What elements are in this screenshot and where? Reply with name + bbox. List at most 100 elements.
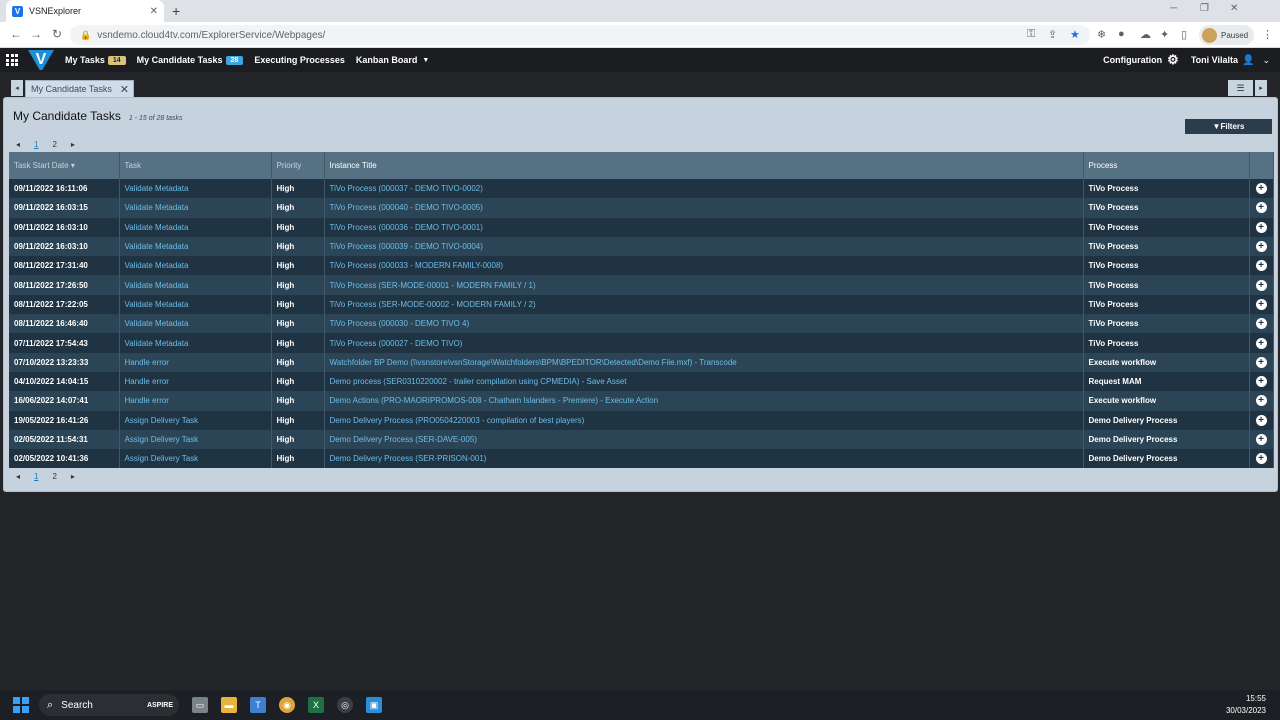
extension-snowflake-icon[interactable]: ❄ <box>1097 28 1106 41</box>
instance-title-link[interactable]: TiVo Process (000037 - DEMO TIVO-0002) <box>324 179 1084 199</box>
table-row[interactable]: 07/11/2022 17:54:43 Validate Metadata High… <box>9 333 1274 353</box>
add-circle-icon[interactable]: + <box>1255 395 1267 407</box>
windows-start-icon[interactable] <box>13 697 29 713</box>
instance-title-link[interactable]: TiVo Process (000030 - DEMO TIVO 4) <box>324 314 1084 334</box>
app-grid-icon[interactable] <box>6 54 18 66</box>
instance-title-link[interactable]: Demo Delivery Process (SER-DAVE-005) <box>324 429 1084 450</box>
add-circle-icon[interactable]: + <box>1255 414 1267 426</box>
taskbar-search[interactable]: ⌕ Search ASPIRE <box>39 694 179 716</box>
column-header-priority[interactable]: Priority <box>271 152 325 179</box>
instance-title-link[interactable]: Demo process (SER0310220002 - trailer co… <box>324 371 1084 392</box>
close-tab-icon[interactable]: ✕ <box>150 6 158 17</box>
column-header-task[interactable]: Task <box>119 152 272 179</box>
configuration-button[interactable]: Configuration ⚙ <box>1103 52 1179 68</box>
table-row[interactable]: 08/11/2022 16:46:40 Validate Metadata High… <box>9 314 1274 334</box>
next-page-icon[interactable]: ▸ <box>71 140 75 149</box>
sidebar-panel-icon[interactable]: ▯ <box>1181 28 1187 41</box>
instance-title-link[interactable]: Demo Delivery Process (PRO0504220003 - c… <box>324 410 1084 430</box>
column-header-process[interactable]: Process <box>1083 152 1250 179</box>
task-link[interactable]: Handle error <box>119 371 272 392</box>
column-header-instance-title[interactable]: Instance Title <box>324 152 1084 179</box>
table-row[interactable]: 08/11/2022 17:31:40 Validate Metadata High… <box>9 256 1274 276</box>
obs-icon[interactable]: ◎ <box>337 697 353 713</box>
nav-kanban-board[interactable]: Kanban Board ▼ <box>356 55 429 65</box>
instance-title-link[interactable]: Watchfolder BP Demo (\\vsnstore\vsnStora… <box>324 352 1084 372</box>
table-row[interactable]: 02/05/2022 11:54:31 Assign Delivery Task H… <box>9 429 1274 450</box>
bookmark-star-icon[interactable]: ★ <box>1070 28 1080 41</box>
extensions-puzzle-icon[interactable]: ✦ <box>1160 28 1169 41</box>
share-icon[interactable]: ⇪ <box>1048 28 1057 41</box>
extension-cookie-icon[interactable]: ● <box>1118 28 1125 40</box>
restore-icon[interactable]: ❐ <box>1200 3 1209 14</box>
add-circle-icon[interactable]: + <box>1255 183 1267 195</box>
task-link[interactable]: Validate Metadata <box>119 275 272 295</box>
instance-title-link[interactable]: TiVo Process (SER-MODE-00002 - MODERN FA… <box>324 294 1084 315</box>
table-row[interactable]: 09/11/2022 16:03:10 Validate Metadata High… <box>9 236 1274 257</box>
close-window-icon[interactable]: ✕ <box>1230 3 1238 14</box>
table-row[interactable]: 08/11/2022 17:22:05 Validate Metadata High… <box>9 294 1274 315</box>
task-link[interactable]: Validate Metadata <box>119 256 272 276</box>
page-1-link[interactable]: 1 <box>34 140 38 149</box>
tab-scroll-left-icon[interactable]: ◂ <box>11 80 23 96</box>
table-row[interactable]: 07/10/2022 13:23:33 Handle error High Watch… <box>9 352 1274 372</box>
instance-title-link[interactable]: TiVo Process (000040 - DEMO TIVO-0005) <box>324 198 1084 218</box>
key-icon[interactable]: ⚿ <box>1027 28 1035 41</box>
add-circle-icon[interactable]: + <box>1255 337 1267 349</box>
instance-title-link[interactable]: TiVo Process (000036 - DEMO TIVO-0001) <box>324 217 1084 237</box>
nav-my-tasks[interactable]: My Tasks 14 <box>65 55 126 65</box>
browser-menu-icon[interactable]: ⋮ <box>1262 28 1273 41</box>
tab-my-candidate-tasks[interactable]: My Candidate Tasks ✕ <box>25 80 134 98</box>
forward-icon[interactable]: → <box>30 27 42 41</box>
filters-button[interactable]: ▼ Filters <box>1185 119 1272 134</box>
new-tab-icon[interactable]: + <box>172 3 180 19</box>
vsn-logo[interactable]: V <box>28 50 54 70</box>
task-link[interactable]: Assign Delivery Task <box>119 449 272 469</box>
chrome-icon[interactable]: ◉ <box>279 697 295 713</box>
file-explorer-icon[interactable]: ▬ <box>221 697 237 713</box>
add-circle-icon[interactable]: + <box>1255 241 1267 253</box>
remote-app-icon[interactable]: ▣ <box>366 697 382 713</box>
user-menu[interactable]: Toni Vilalta 👤 <box>1191 55 1255 66</box>
page-1-link[interactable]: 1 <box>34 472 38 481</box>
teams-icon[interactable]: T <box>250 697 266 713</box>
add-circle-icon[interactable]: + <box>1255 279 1267 291</box>
reload-icon[interactable]: ↻ <box>52 27 62 41</box>
url-field[interactable]: 🔒 vsndemo.cloud4tv.com/ExplorerService/W… <box>70 25 1090 45</box>
table-row[interactable]: 09/11/2022 16:11:06 Validate Metadata High… <box>9 179 1274 199</box>
close-icon[interactable]: ✕ <box>120 83 129 96</box>
page-2-link[interactable]: 2 <box>52 472 56 481</box>
add-circle-icon[interactable]: + <box>1255 434 1267 445</box>
add-circle-icon[interactable]: + <box>1255 376 1267 388</box>
nav-executing-processes[interactable]: Executing Processes <box>254 55 345 65</box>
prev-page-icon[interactable]: ◂ <box>16 140 20 149</box>
next-page-icon[interactable]: ▸ <box>71 472 75 481</box>
instance-title-link[interactable]: Demo Delivery Process (SER-PRISON-001) <box>324 449 1084 469</box>
back-icon[interactable]: ← <box>10 27 22 41</box>
task-view-icon[interactable]: ▭ <box>192 697 208 713</box>
table-row[interactable]: 09/11/2022 16:03:10 Validate Metadata High… <box>9 217 1274 237</box>
add-circle-icon[interactable]: + <box>1255 202 1267 214</box>
table-row[interactable]: 16/06/2022 14:07:41 Handle error High Demo … <box>9 391 1274 411</box>
instance-title-link[interactable]: TiVo Process (000027 - DEMO TIVO) <box>324 333 1084 353</box>
task-link[interactable]: Validate Metadata <box>119 179 272 199</box>
panel-layout-icon[interactable]: ☰ <box>1228 80 1253 96</box>
instance-title-link[interactable]: TiVo Process (000033 - MODERN FAMILY-000… <box>324 256 1084 276</box>
task-link[interactable]: Handle error <box>119 352 272 372</box>
add-circle-icon[interactable]: + <box>1255 318 1267 330</box>
add-circle-icon[interactable]: + <box>1255 298 1267 310</box>
column-header-task-start-date[interactable]: Task Start Date ▾ <box>9 152 120 179</box>
excel-icon[interactable]: X <box>308 697 324 713</box>
task-link[interactable]: Validate Metadata <box>119 217 272 237</box>
minimize-icon[interactable]: ─ <box>1170 3 1177 14</box>
task-link[interactable]: Validate Metadata <box>119 236 272 257</box>
nav-my-candidate-tasks[interactable]: My Candidate Tasks 28 <box>137 55 244 65</box>
add-circle-icon[interactable]: + <box>1255 221 1267 233</box>
page-2-link[interactable]: 2 <box>52 140 56 149</box>
table-row[interactable]: 09/11/2022 16:03:15 Validate Metadata High… <box>9 198 1274 218</box>
table-row[interactable]: 02/05/2022 10:41:36 Assign Delivery Task H… <box>9 449 1274 469</box>
instance-title-link[interactable]: TiVo Process (000039 - DEMO TIVO-0004) <box>324 236 1084 257</box>
table-row[interactable]: 08/11/2022 17:26:50 Validate Metadata High… <box>9 275 1274 295</box>
table-row[interactable]: 04/10/2022 14:04:15 Handle error High Demo … <box>9 371 1274 392</box>
browser-tab[interactable]: V VSNExplorer ✕ <box>6 0 164 22</box>
instance-title-link[interactable]: Demo Actions (PRO-MAORIPROMOS-008 - Chat… <box>324 391 1084 411</box>
